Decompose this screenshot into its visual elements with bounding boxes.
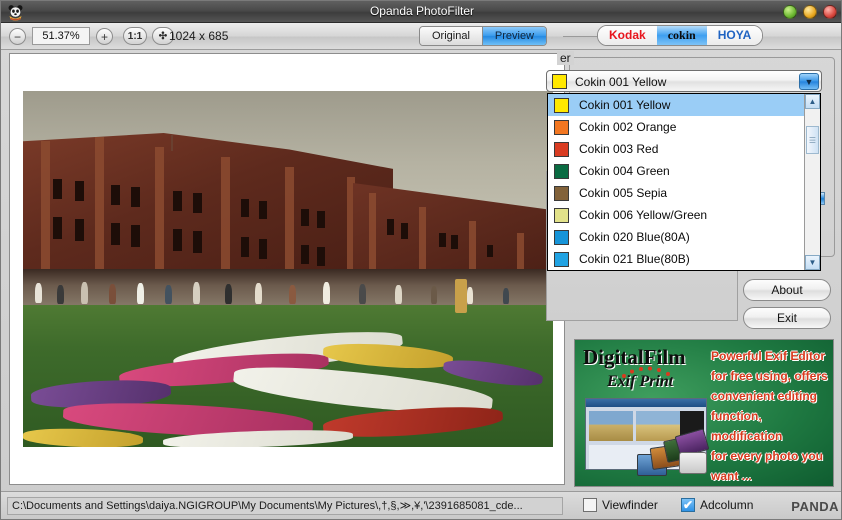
zoom-in-button[interactable]: + — [96, 28, 113, 45]
close-button-icon[interactable] — [823, 5, 837, 19]
filter-color-swatch-icon — [554, 185, 569, 201]
exit-button[interactable]: Exit — [743, 307, 831, 329]
filter-group-title: er — [557, 51, 574, 65]
ad-copy-line-1: Powerful Exif Editor — [711, 349, 826, 363]
tab-original[interactable]: Original — [420, 27, 482, 45]
about-button[interactable]: About — [743, 279, 831, 301]
preview-photo[interactable] — [23, 91, 553, 447]
maximize-button-icon[interactable] — [803, 5, 817, 19]
ad-subtitle: Exif Print — [607, 373, 674, 390]
view-mode-toggle: Original Preview — [419, 26, 548, 46]
filter-color-swatch-icon — [554, 163, 569, 179]
dropdown-scrollbar[interactable]: ▲ ☰ ▼ — [804, 94, 820, 270]
dropdown-item[interactable]: Cokin 001 Yellow — [548, 94, 820, 116]
camera-icon — [679, 452, 707, 474]
ad-copy-line-3: convenient editing — [711, 389, 818, 403]
tab-brand-hoya[interactable]: HOYA — [706, 26, 763, 45]
file-path-label: C:\Documents and Settings\daiya.NGIGROUP… — [7, 497, 563, 515]
image-preview-panel[interactable] — [9, 53, 565, 485]
dropdown-item-label: Cokin 006 Yellow/Green — [579, 208, 708, 222]
scrollbar-thumb-grip-icon[interactable]: ☰ — [806, 126, 819, 154]
filter-color-swatch-icon — [554, 119, 569, 135]
advertisement-banner[interactable]: DigitalFilm Exif Print Powerful Exif Edi… — [574, 339, 834, 487]
adcolumn-checkbox[interactable]: ✔ Adcolumn — [681, 498, 753, 512]
filter-color-swatch-icon — [554, 251, 569, 267]
photo-antenna — [171, 135, 173, 151]
zoom-level-input[interactable]: 51.37% — [32, 27, 90, 45]
dropdown-item-label: Cokin 002 Orange — [579, 120, 677, 134]
window-controls — [783, 5, 837, 19]
adcolumn-label: Adcolumn — [700, 498, 754, 512]
status-bar: C:\Documents and Settings\daiya.NGIGROUP… — [1, 491, 841, 519]
scroll-down-icon[interactable]: ▼ — [805, 255, 820, 270]
minimize-button-icon[interactable] — [783, 5, 797, 19]
dropdown-item-label: Cokin 021 Blue(80B) — [579, 252, 690, 266]
photo-crowd — [23, 269, 553, 309]
ad-copy-line-6: want ... — [711, 469, 752, 483]
brand-tabs: Kodak cokin HOYA — [597, 25, 764, 46]
zoom-out-button[interactable]: − — [9, 28, 26, 45]
dropdown-items: Cokin 001 Yellow Cokin 002 Orange Cokin 00… — [548, 94, 820, 270]
dropdown-item[interactable]: Cokin 006 Yellow/Green — [548, 204, 820, 226]
ad-copy-line-4: function, modification — [711, 409, 783, 443]
photo-plaza — [23, 305, 553, 447]
image-dimensions-label: 1024 x 685 — [169, 29, 229, 43]
dropdown-item[interactable]: Cokin 004 Green — [548, 160, 820, 182]
dropdown-item-label: Cokin 005 Sepia — [579, 186, 668, 200]
selected-filter-label: Cokin 001 Yellow — [575, 75, 667, 89]
ad-copy-line-5: for every photo you — [711, 449, 824, 463]
filter-color-swatch-icon — [554, 207, 569, 223]
dropdown-item[interactable]: Cokin 003 Red — [548, 138, 820, 160]
viewfinder-label: Viewfinder — [602, 498, 658, 512]
title-bar: Opanda PhotoFilter — [1, 1, 841, 23]
chevron-down-icon[interactable]: ▼ — [799, 73, 819, 90]
filter-color-swatch-icon — [554, 97, 569, 113]
toolbar-divider-left — [563, 36, 597, 37]
tab-brand-kodak[interactable]: Kodak — [598, 26, 657, 45]
panda-brand-mark: PANDA — [791, 499, 839, 514]
dropdown-item-label: Cokin 001 Yellow — [579, 98, 671, 112]
selected-filter-swatch — [552, 74, 567, 89]
dropdown-item[interactable]: Cokin 002 Orange — [548, 116, 820, 138]
filter-select[interactable]: Cokin 001 Yellow ▼ — [546, 70, 822, 92]
scroll-up-icon[interactable]: ▲ — [805, 94, 820, 109]
dropdown-item-label: Cokin 020 Blue(80A) — [579, 230, 690, 244]
tab-brand-cokin[interactable]: cokin — [656, 26, 707, 45]
checkbox-box-adcolumn[interactable]: ✔ — [681, 498, 695, 512]
toolbar: − 51.37% + 1:1 ✣ 1024 x 685 Original Pre… — [1, 23, 841, 50]
viewfinder-checkbox[interactable]: Viewfinder — [583, 498, 658, 512]
window-title: Opanda PhotoFilter — [369, 4, 475, 18]
photo-monument — [455, 279, 467, 313]
dropdown-item[interactable]: Cokin 005 Sepia — [548, 182, 820, 204]
ad-copy-line-2: for free using, offers — [711, 369, 828, 383]
actual-size-button[interactable]: 1:1 — [123, 27, 147, 45]
filter-dropdown-list[interactable]: Cokin 001 Yellow Cokin 002 Orange Cokin 00… — [547, 93, 821, 271]
dropdown-item[interactable]: Cokin 021 Blue(80B) — [548, 248, 820, 270]
checkmark-icon: ✔ — [682, 498, 694, 512]
checkbox-box-viewfinder[interactable] — [583, 498, 597, 512]
filter-color-swatch-icon — [554, 141, 569, 157]
filter-color-swatch-icon — [554, 229, 569, 245]
dropdown-item-label: Cokin 004 Green — [579, 164, 670, 178]
dropdown-item[interactable]: Cokin 020 Blue(80A) — [548, 226, 820, 248]
ad-copy: Powerful Exif Editor for free using, off… — [711, 346, 833, 486]
tab-preview[interactable]: Preview — [481, 27, 547, 45]
dropdown-item-label: Cokin 003 Red — [579, 142, 659, 156]
application-window: Opanda PhotoFilter − 51.37% + 1:1 ✣ 1024… — [0, 0, 842, 520]
